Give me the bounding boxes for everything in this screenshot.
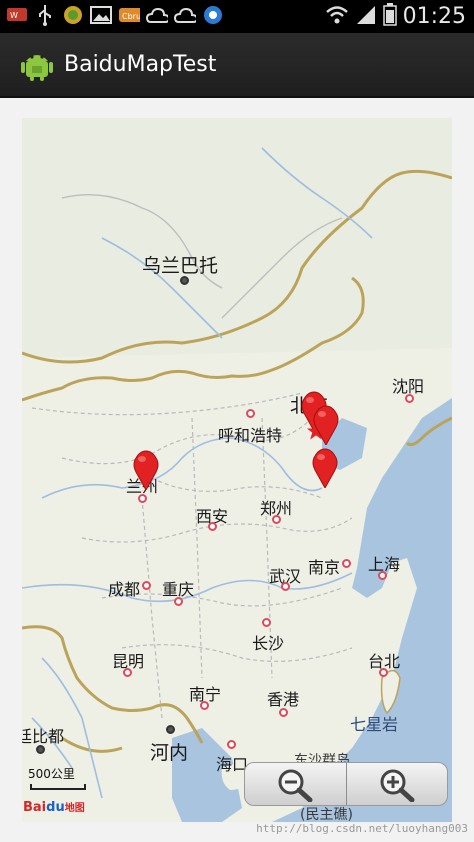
city-dot-thimphu[interactable] bbox=[36, 745, 45, 754]
cloud-outline-icon bbox=[174, 4, 196, 26]
city-dot-zhengzhou[interactable] bbox=[272, 515, 281, 524]
city-dot-shenyang[interactable] bbox=[405, 394, 414, 403]
city-label-chengdu: 成都 bbox=[108, 580, 141, 599]
signal-icon bbox=[355, 3, 377, 29]
map-scale-label: 500公里 bbox=[28, 767, 75, 781]
zoom-in-button[interactable] bbox=[347, 763, 448, 805]
city-dot-xian[interactable] bbox=[208, 522, 217, 531]
city-dot-chengdu[interactable] bbox=[142, 581, 151, 590]
city-dot-taipei[interactable] bbox=[379, 668, 388, 677]
city-dot-lanzhou[interactable] bbox=[138, 494, 147, 503]
map-scale-bar bbox=[30, 784, 86, 790]
svg-text:Cbrus: Cbrus bbox=[122, 12, 140, 21]
browser-icon bbox=[202, 4, 224, 26]
action-bar: BaiduMapTest bbox=[0, 33, 474, 98]
svg-text:W: W bbox=[10, 11, 18, 20]
map-marker-beijing-2[interactable] bbox=[312, 405, 340, 445]
zoom-out-icon bbox=[278, 769, 313, 802]
status-clock: 01:25 bbox=[402, 3, 466, 29]
baidu-map-view[interactable]: 乌兰巴托 沈阳 北京 呼和浩特 兰州 西安 郑州 南京 上海 武汉 成都 重庆 … bbox=[22, 118, 452, 822]
notification-icon: W bbox=[6, 4, 28, 26]
app-notification-icon bbox=[62, 4, 84, 26]
city-dot-hohhot[interactable] bbox=[246, 409, 255, 418]
baidu-logo: Baidu地图 bbox=[23, 799, 85, 815]
city-label-qixingyan: 七星岩 bbox=[350, 715, 399, 734]
map-marker-jinan[interactable] bbox=[311, 448, 339, 488]
city-label-hanoi: 河内 bbox=[150, 742, 189, 764]
city-dot-changsha[interactable] bbox=[262, 618, 271, 627]
city-dot-nanning[interactable] bbox=[200, 701, 209, 710]
wifi-icon bbox=[325, 3, 349, 29]
zoom-in-icon bbox=[380, 769, 415, 802]
cloud-icon bbox=[146, 4, 168, 26]
land-north bbox=[22, 118, 452, 358]
city-dot-shanghai[interactable] bbox=[378, 571, 387, 580]
province-borders bbox=[31, 392, 353, 719]
status-bar: W Cbrus 01:25 bbox=[0, 0, 474, 33]
city-label-ulaanbaatar: 乌兰巴托 bbox=[142, 255, 219, 277]
battery-icon bbox=[382, 2, 397, 30]
baidu-logo-suffix: 地图 bbox=[64, 803, 85, 814]
city-dot-hanoi[interactable] bbox=[166, 725, 175, 734]
city-label-hongkong: 香港 bbox=[267, 690, 300, 709]
city-dot-nanjing[interactable] bbox=[342, 559, 351, 568]
city-dot-wuhan[interactable] bbox=[281, 582, 290, 591]
usb-icon bbox=[34, 4, 56, 26]
zoom-out-button[interactable] bbox=[245, 763, 346, 805]
city-label-thimphu: 廷比都 bbox=[22, 727, 65, 746]
zoom-controls bbox=[244, 762, 448, 806]
city-label-dongsha-sub: (民主礁) bbox=[300, 807, 353, 822]
image-icon bbox=[90, 4, 112, 26]
map-marker-lanzhou[interactable] bbox=[132, 450, 160, 490]
baidu-logo-brand2: du bbox=[46, 800, 65, 815]
status-bar-notifications: W Cbrus bbox=[6, 4, 224, 26]
city-label-changsha: 长沙 bbox=[252, 634, 285, 653]
android-icon[interactable] bbox=[20, 48, 54, 82]
app-badge-icon: Cbrus bbox=[118, 4, 140, 26]
baidu-logo-brand: Bai bbox=[23, 800, 47, 815]
status-bar-system: 01:25 bbox=[325, 2, 466, 30]
watermark-url: http://blog.csdn.net/luoyhang003 bbox=[256, 822, 468, 835]
city-label-hohhot: 呼和浩特 bbox=[218, 426, 283, 445]
city-dot-hongkong[interactable] bbox=[279, 708, 288, 717]
city-dot-kunming[interactable] bbox=[123, 668, 132, 677]
city-dot-chongqing[interactable] bbox=[174, 597, 183, 606]
app-title: BaiduMapTest bbox=[64, 52, 217, 77]
city-dot-haikou[interactable] bbox=[227, 740, 236, 749]
city-dot-ulaanbaatar[interactable] bbox=[180, 276, 189, 285]
city-label-nanjing: 南京 bbox=[308, 558, 341, 577]
